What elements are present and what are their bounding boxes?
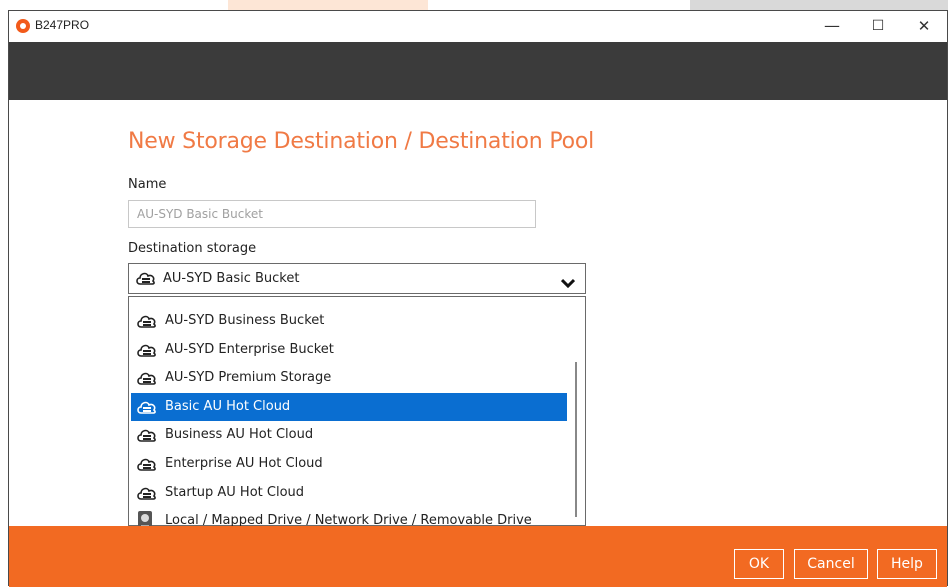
destination-storage-dropdown-list[interactable]: AU-SYD Business Bucket AU-SYD Enterprise … <box>128 296 586 532</box>
footer-bar: OK Cancel Help <box>9 526 947 587</box>
name-label: Name <box>128 177 167 192</box>
close-button[interactable]: ✕ <box>901 11 947 41</box>
dropdown-option[interactable]: Basic AU Hot Cloud <box>131 392 567 422</box>
destination-storage-value: AU-SYD Basic Bucket <box>163 271 300 286</box>
dropdown-scrollbar[interactable] <box>575 362 577 517</box>
app-logo-icon <box>16 19 30 33</box>
dropdown-option-label: Enterprise AU Hot Cloud <box>165 456 323 471</box>
dropdown-option[interactable]: Business AU Hot Cloud <box>131 421 567 449</box>
app-window: B247PRO — ☐ ✕ New Storage Destination / … <box>8 10 948 587</box>
cloud-storage-icon <box>136 312 158 336</box>
cloud-storage-icon <box>135 269 157 293</box>
dropdown-option[interactable]: AU-SYD Premium Storage <box>131 364 567 392</box>
cloud-storage-icon <box>136 455 158 479</box>
destination-storage-label: Destination storage <box>128 241 257 256</box>
cloud-storage-icon <box>136 484 158 508</box>
dropdown-option-label: AU-SYD Premium Storage <box>165 370 332 386</box>
chevron-down-icon[interactable] <box>560 273 576 292</box>
top-decoration <box>0 0 948 10</box>
cloud-storage-icon <box>136 341 158 365</box>
dropdown-option-label: AU-SYD Business Bucket <box>165 313 325 328</box>
cloud-storage-icon <box>136 426 158 450</box>
dropdown-option[interactable]: AU-SYD Business Bucket <box>131 307 567 335</box>
dropdown-option-label: Startup AU Hot Cloud <box>165 484 305 500</box>
cloud-storage-icon <box>136 398 158 422</box>
cancel-button[interactable]: Cancel <box>794 549 868 579</box>
cloud-storage-icon <box>136 369 158 393</box>
header-band <box>9 42 947 100</box>
minimize-button[interactable]: — <box>809 11 855 41</box>
dropdown-option[interactable]: AU-SYD Enterprise Bucket <box>131 336 567 364</box>
dropdown-option-label: AU-SYD Enterprise Bucket <box>165 341 334 357</box>
dropdown-option[interactable]: Startup AU Hot Cloud <box>131 479 567 507</box>
title-bar: B247PRO — ☐ ✕ <box>9 11 947 41</box>
destination-storage-select[interactable]: AU-SYD Basic Bucket <box>128 263 586 294</box>
help-button[interactable]: Help <box>877 549 937 579</box>
app-title: B247PRO <box>35 18 90 32</box>
maximize-button[interactable]: ☐ <box>855 11 901 41</box>
dropdown-option[interactable]: Enterprise AU Hot Cloud <box>131 450 567 478</box>
name-input[interactable]: AU-SYD Basic Bucket <box>128 200 536 228</box>
page-title: New Storage Destination / Destination Po… <box>128 129 595 154</box>
dropdown-option-label: Basic AU Hot Cloud <box>165 398 291 414</box>
dropdown-option-label: Business AU Hot Cloud <box>165 427 314 443</box>
ok-button[interactable]: OK <box>734 549 784 579</box>
